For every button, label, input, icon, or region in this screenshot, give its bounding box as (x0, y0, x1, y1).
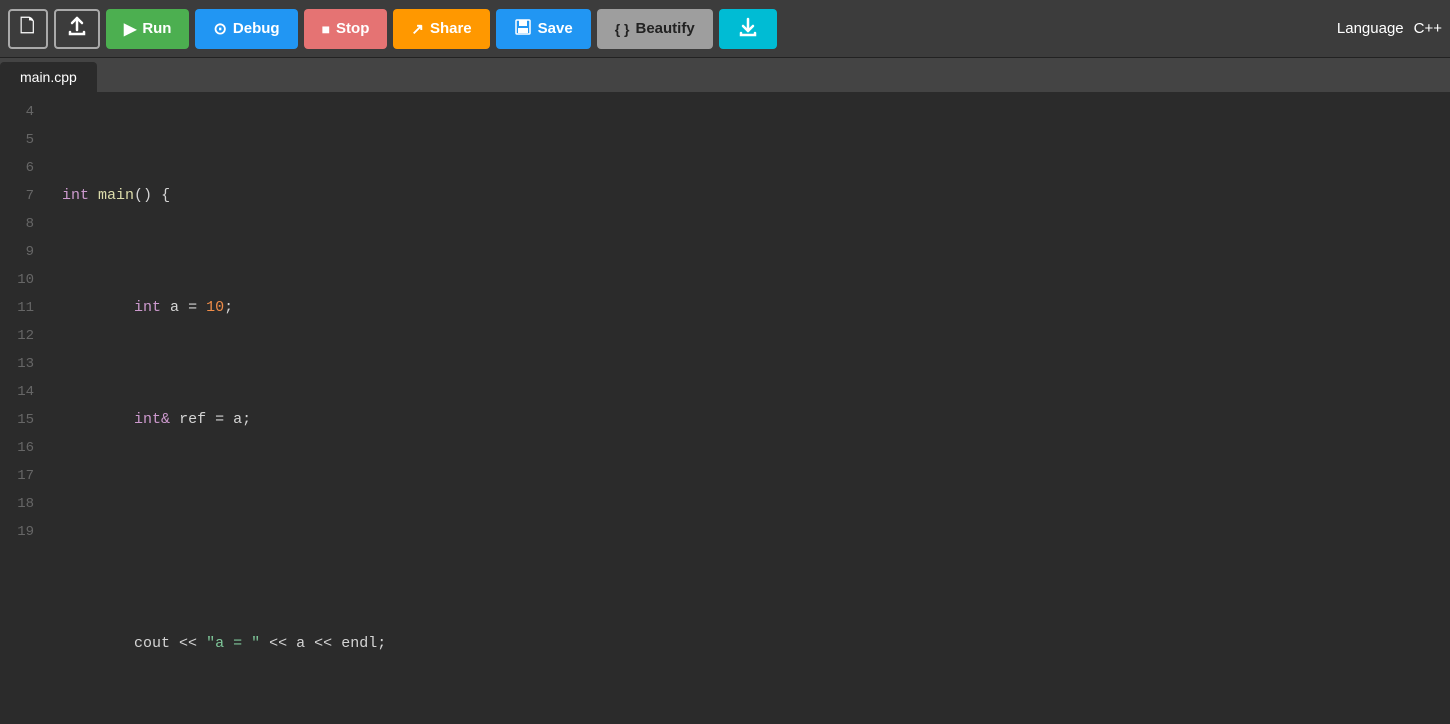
run-button[interactable]: ▶ Run (106, 9, 189, 49)
beautify-label: Beautify (635, 20, 694, 37)
language-value: C++ (1414, 20, 1442, 37)
code-line-8: cout << "a = " << a << endl; (62, 630, 1450, 658)
beautify-icon: { } (615, 21, 630, 37)
share-button[interactable]: ↗ Share (393, 9, 489, 49)
tab-label: main.cpp (20, 69, 77, 85)
save-icon (514, 18, 532, 40)
stop-icon: ■ (322, 21, 330, 37)
line-num-8: 8 (0, 210, 42, 238)
line-num-4: 4 (0, 98, 42, 126)
play-icon: ▶ (124, 19, 136, 39)
tab-bar: main.cpp (0, 58, 1450, 92)
line-num-15: 15 (0, 406, 42, 434)
toolbar: 🗋 ▶ Run ⊙ Debug ■ Stop ↗ Share (0, 0, 1450, 58)
language-label: Language (1337, 20, 1404, 37)
debug-button[interactable]: ⊙ Debug (195, 9, 297, 49)
line-num-6: 6 (0, 154, 42, 182)
debug-icon: ⊙ (213, 19, 226, 39)
code-content[interactable]: int main() { int a = 10; int& ref = a; c… (52, 92, 1450, 724)
upload-button[interactable] (54, 9, 100, 49)
stop-label: Stop (336, 20, 369, 37)
line-num-10: 10 (0, 266, 42, 294)
download-icon (737, 16, 759, 42)
code-line-4: int main() { (62, 182, 1450, 210)
line-num-19: 19 (0, 518, 42, 546)
tab-main-cpp[interactable]: main.cpp (0, 62, 97, 92)
line-num-18: 18 (0, 490, 42, 518)
upload-icon (66, 15, 88, 42)
new-file-button[interactable]: 🗋 (8, 9, 48, 49)
line-numbers: 4 5 6 7 8 9 10 11 12 13 14 15 16 17 18 1… (0, 92, 52, 724)
run-label: Run (142, 20, 171, 37)
stop-button[interactable]: ■ Stop (304, 9, 388, 49)
line-num-9: 9 (0, 238, 42, 266)
code-area[interactable]: 4 5 6 7 8 9 10 11 12 13 14 15 16 17 18 1… (0, 92, 1450, 724)
debug-label: Debug (233, 20, 280, 37)
code-line-5: int a = 10; (62, 294, 1450, 322)
share-icon: ↗ (411, 20, 424, 38)
save-button[interactable]: Save (496, 9, 591, 49)
line-num-7: 7 (0, 182, 42, 210)
download-button[interactable] (719, 9, 777, 49)
new-file-icon: 🗋 (20, 14, 34, 44)
line-num-16: 16 (0, 434, 42, 462)
line-num-14: 14 (0, 378, 42, 406)
line-num-13: 13 (0, 350, 42, 378)
line-num-11: 11 (0, 294, 42, 322)
code-line-7 (62, 518, 1450, 546)
code-line-6: int& ref = a; (62, 406, 1450, 434)
line-num-5: 5 (0, 126, 42, 154)
line-num-17: 17 (0, 462, 42, 490)
save-label: Save (538, 20, 573, 37)
share-label: Share (430, 20, 472, 37)
line-num-12: 12 (0, 322, 42, 350)
beautify-button[interactable]: { } Beautify (597, 9, 713, 49)
